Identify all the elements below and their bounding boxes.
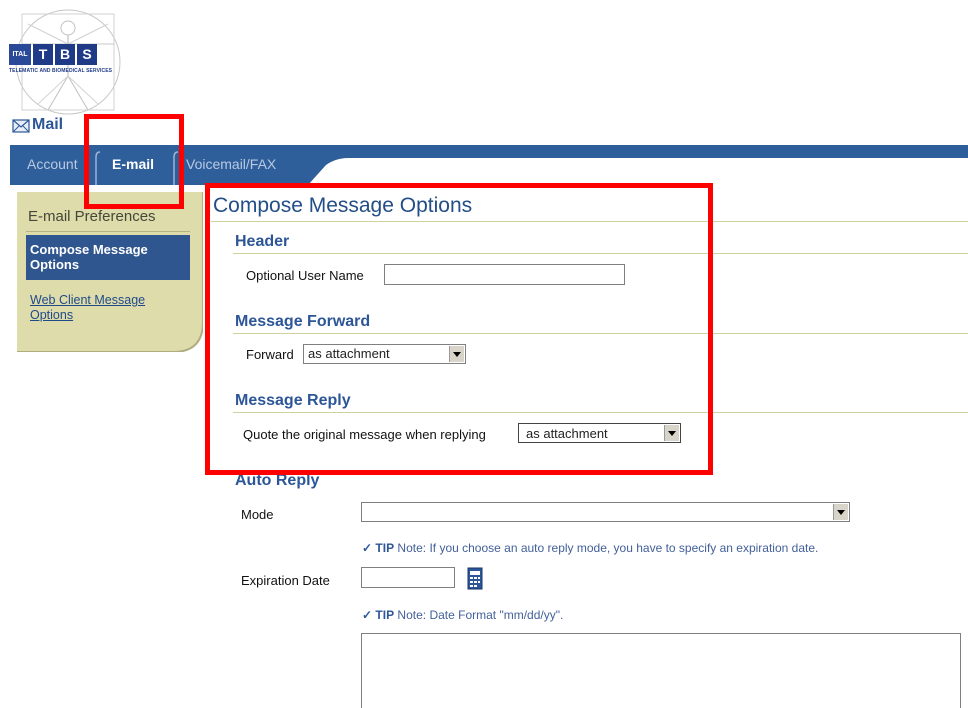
page-title: Compose Message Options: [213, 194, 473, 217]
date-tip-text: Note: Date Format "mm/dd/yy".: [397, 608, 564, 622]
page: ITAL T B S TELEMATIC AND BIOMEDICAL SERV…: [0, 0, 968, 708]
tab-voicemail-fax[interactable]: Voicemail/FAX: [186, 156, 276, 172]
forward-section-title: Message Forward: [235, 313, 371, 330]
reply-select-value: as attachment: [526, 426, 608, 441]
logo-letter-s: S: [77, 44, 97, 65]
sidebar-item-compose-message-options[interactable]: Compose Message Options: [26, 235, 190, 280]
expiration-date-label: Expiration Date: [241, 573, 330, 588]
mode-tip: ✓ TIP Note: If you choose an auto reply …: [362, 541, 818, 555]
header-divider: [233, 253, 968, 254]
logo-subtitle: TELEMATIC AND BIOMEDICAL SERVICES: [9, 68, 113, 74]
date-tip: ✓ TIP Note: Date Format "mm/dd/yy".: [362, 608, 563, 622]
reply-divider: [233, 412, 968, 413]
sidebar-heading: E-mail Preferences: [28, 208, 156, 225]
forward-label: Forward: [246, 347, 294, 362]
app-title-label: Mail: [32, 116, 64, 133]
mode-label: Mode: [241, 507, 274, 522]
mail-envelope-icon: [12, 119, 30, 133]
forward-select-value: as attachment: [308, 346, 390, 361]
tab-account[interactable]: Account: [27, 156, 78, 172]
expiration-date-input[interactable]: [361, 567, 455, 588]
logo-letter-t: T: [33, 44, 53, 65]
tab-email[interactable]: E-mail: [112, 156, 154, 172]
user-name-label: Optional User Name: [246, 268, 364, 283]
reply-section-title: Message Reply: [235, 392, 351, 409]
forward-divider: [233, 333, 968, 334]
sidebar-item-web-client-message-options[interactable]: Web Client Message Options: [30, 293, 180, 323]
chevron-down-icon[interactable]: [449, 346, 464, 362]
logo-ital: ITAL: [9, 44, 31, 65]
reply-label: Quote the original message when replying: [243, 427, 486, 442]
header-section-title: Header: [235, 233, 290, 250]
title-divider: [211, 221, 968, 222]
calendar-icon[interactable]: [467, 567, 483, 590]
user-name-input[interactable]: [384, 264, 625, 285]
logo: ITAL T B S: [9, 44, 97, 65]
tip-word: TIP: [375, 541, 395, 555]
checkmark-icon: ✓: [362, 541, 373, 555]
logo-letter-b: B: [55, 44, 75, 65]
reply-select[interactable]: as attachment: [518, 423, 681, 443]
chevron-down-icon[interactable]: [664, 425, 679, 441]
auto-reply-message-textarea[interactable]: [361, 633, 961, 708]
forward-select[interactable]: as attachment: [303, 344, 466, 364]
mode-tip-text: Note: If you choose an auto reply mode, …: [397, 541, 819, 555]
auto-reply-section-title: Auto Reply: [235, 472, 320, 489]
sidebar-divider: [26, 231, 190, 232]
app-title: Mail: [12, 116, 63, 134]
mode-select[interactable]: [361, 502, 850, 522]
tip-word: TIP: [375, 608, 395, 622]
chevron-down-icon[interactable]: [833, 504, 848, 520]
checkmark-icon: ✓: [362, 608, 373, 622]
